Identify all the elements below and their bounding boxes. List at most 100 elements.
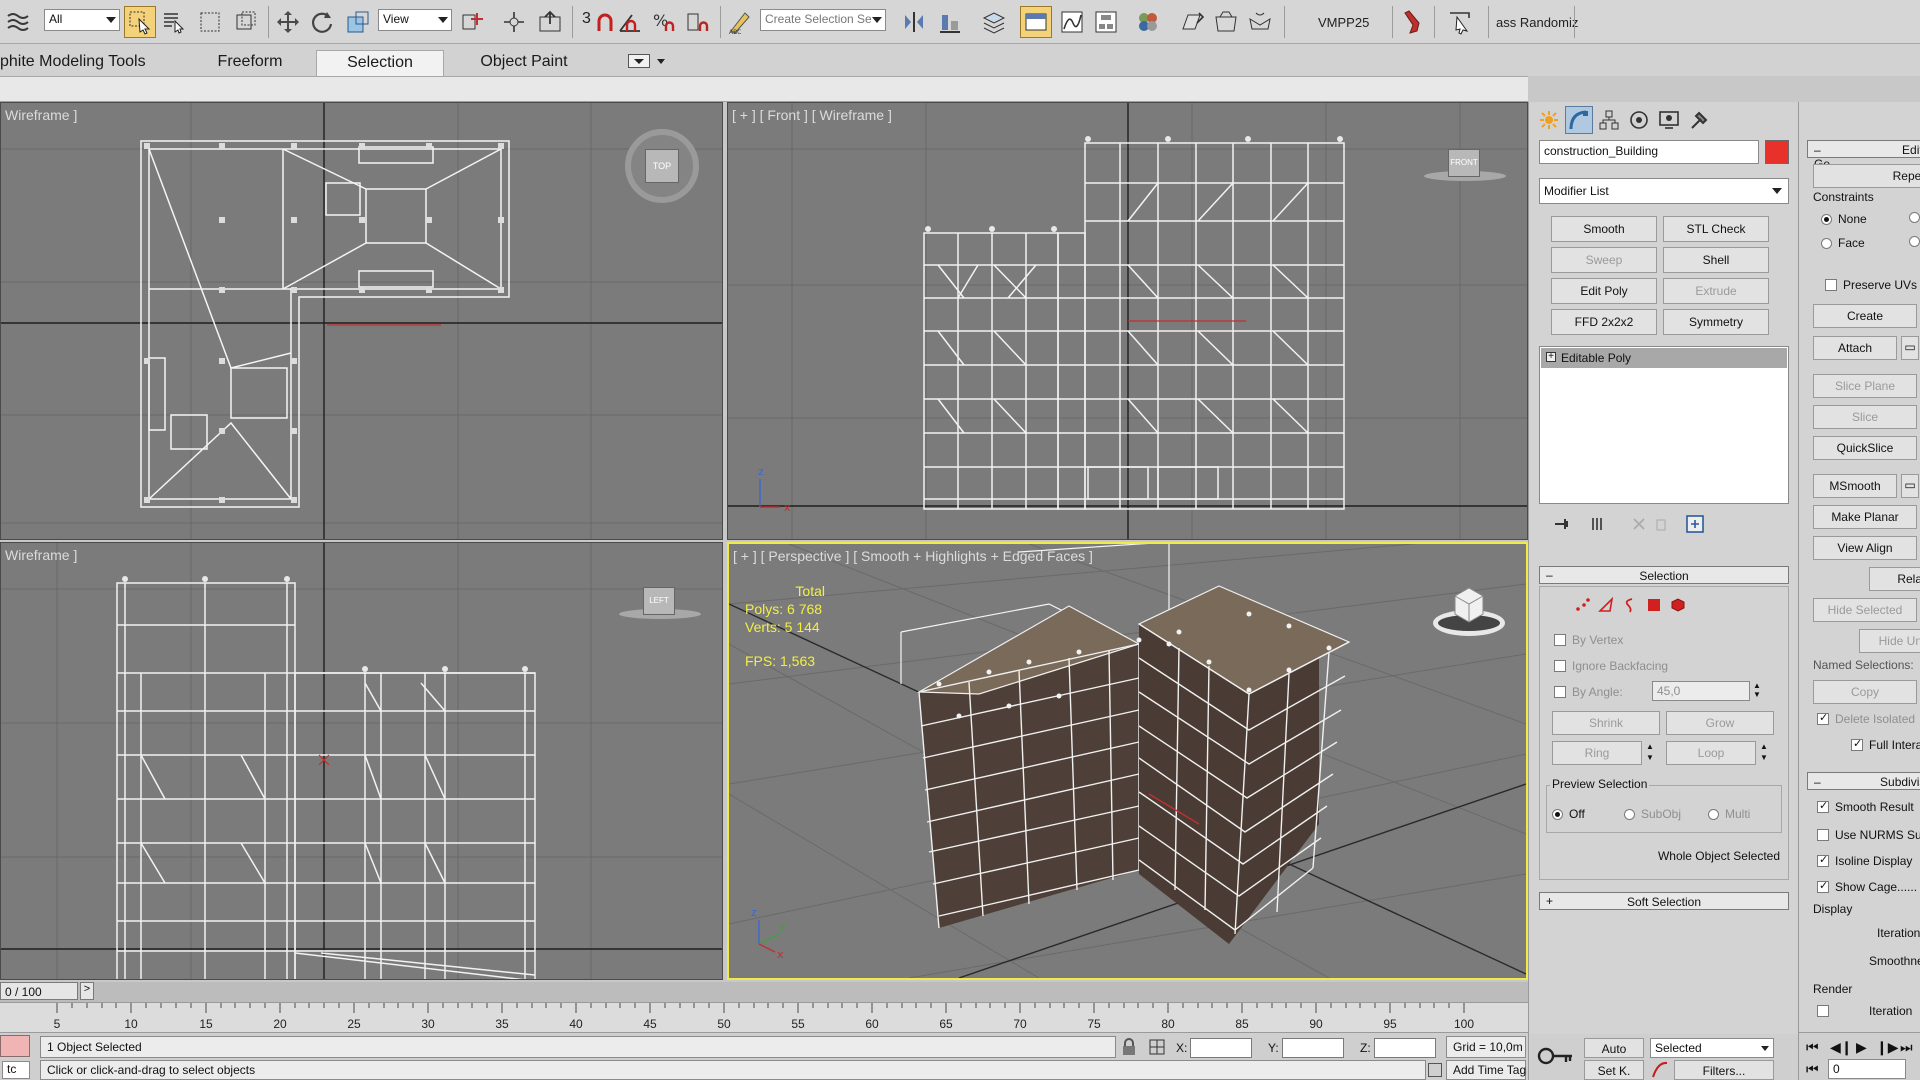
loop-button[interactable]: Loop xyxy=(1666,741,1756,765)
viewcube-front-face[interactable]: FRONT xyxy=(1448,149,1480,177)
by-angle-spinner[interactable]: 45,0 xyxy=(1652,681,1750,701)
border-icon[interactable] xyxy=(1622,597,1638,616)
edge-icon[interactable] xyxy=(1598,596,1614,616)
isoline-display-checkbox[interactable]: Isoline Display xyxy=(1817,853,1912,868)
key-filters-button[interactable]: Filters... xyxy=(1674,1060,1774,1080)
ring-spinner-arrows[interactable]: ▲ ▼ xyxy=(1644,741,1656,765)
delete-isolated-checkbox[interactable]: Delete Isolated xyxy=(1817,711,1915,726)
percent-snap-icon[interactable]: % xyxy=(648,6,680,38)
render-production-icon[interactable] xyxy=(1244,6,1276,38)
key-mode-icon[interactable]: ⏮ xyxy=(1806,1061,1819,1078)
edit-named-selection-icon[interactable]: ABC xyxy=(724,6,756,38)
constraint-none-radio[interactable]: None xyxy=(1821,212,1867,226)
attach-button[interactable]: Attach xyxy=(1813,336,1897,360)
modifier-button-smooth[interactable]: Smooth xyxy=(1551,216,1657,242)
modifier-button-shell[interactable]: Shell xyxy=(1663,247,1769,273)
motion-tab-icon[interactable] xyxy=(1625,106,1653,134)
create-tab-icon[interactable] xyxy=(1535,106,1563,134)
maxscript-listener-icon[interactable] xyxy=(0,1035,30,1057)
cursor-tool-icon[interactable] xyxy=(1444,6,1476,38)
z-coordinate-field[interactable] xyxy=(1374,1038,1436,1058)
attach-settings-icon[interactable]: ▭ xyxy=(1901,336,1919,360)
modifier-button-extrude[interactable]: Extrude xyxy=(1663,278,1769,304)
next-frame-icon[interactable]: ❙▶ xyxy=(1876,1039,1899,1056)
tab-graphite-modeling-tools[interactable]: phite Modeling Tools xyxy=(0,50,168,76)
hide-unselected-button[interactable]: Hide Uns xyxy=(1859,629,1920,653)
menu-icon[interactable] xyxy=(2,6,34,38)
preview-subobj-radio[interactable]: SubObj xyxy=(1624,807,1681,821)
by-angle-checkbox[interactable]: By Angle: xyxy=(1554,685,1623,699)
constraint-face-radio[interactable]: Face xyxy=(1821,236,1865,250)
preserve-uvs-checkbox[interactable]: Preserve UVs xyxy=(1825,278,1917,292)
hide-selected-button[interactable]: Hide Selected xyxy=(1813,598,1917,622)
copy-button[interactable]: Copy xyxy=(1813,680,1917,704)
stack-item-editable-poly[interactable]: + Editable Poly xyxy=(1541,348,1787,368)
viewcube-front[interactable]: FRONT xyxy=(1424,149,1506,183)
edit-geometry-rollout-header[interactable]: – Edit Ge xyxy=(1807,140,1920,171)
set-key-button[interactable]: Set K. xyxy=(1584,1060,1644,1080)
absolute-mode-icon[interactable] xyxy=(1148,1038,1166,1056)
modify-tab-icon[interactable] xyxy=(1565,106,1593,134)
ribbon-options-icon[interactable] xyxy=(628,54,650,68)
scale-icon[interactable] xyxy=(342,6,374,38)
viewport-left[interactable]: Wireframe ] LEFT xyxy=(0,542,723,980)
vertex-icon[interactable] xyxy=(1574,597,1590,616)
ignore-backfacing-checkbox[interactable]: Ignore Backfacing xyxy=(1554,659,1668,673)
set-key-icon[interactable] xyxy=(1536,1042,1576,1073)
spinner-snap-icon[interactable] xyxy=(682,6,714,38)
rect-selection-icon[interactable] xyxy=(194,6,226,38)
selection-lock-icon[interactable] xyxy=(1120,1038,1138,1056)
viewcube-top[interactable]: TOP xyxy=(625,129,699,203)
named-selection-set-dropdown[interactable]: Create Selection Se xyxy=(760,9,886,31)
object-name-field[interactable]: construction_Building xyxy=(1539,140,1759,164)
viewcube-left[interactable]: LEFT xyxy=(619,587,701,621)
modifier-button-stl-check[interactable]: STL Check xyxy=(1663,216,1769,242)
go-to-start-icon[interactable]: ⏮ xyxy=(1806,1039,1819,1056)
make-planar-button[interactable]: Make Planar xyxy=(1813,505,1917,529)
select-manipulate-icon[interactable] xyxy=(498,6,530,38)
time-slider[interactable] xyxy=(0,982,1528,1002)
selection-rollout-header[interactable]: – Selection xyxy=(1539,566,1789,584)
use-nurms-checkbox[interactable]: Use NURMS Sub xyxy=(1817,828,1920,842)
auto-key-button[interactable]: Auto xyxy=(1584,1038,1644,1058)
maxscript-mini-listener[interactable]: tc xyxy=(2,1061,30,1079)
repeat-last-button[interactable]: Repea xyxy=(1813,164,1920,188)
viewcube-left-face[interactable]: LEFT xyxy=(643,587,675,615)
view-align-button[interactable]: View Align xyxy=(1813,536,1917,560)
soft-selection-rollout-header[interactable]: + Soft Selection xyxy=(1539,892,1789,910)
go-to-end-icon[interactable]: ⏭ xyxy=(1900,1039,1913,1056)
preview-off-radio[interactable]: Off xyxy=(1552,807,1585,821)
show-cage-checkbox[interactable]: Show Cage...... xyxy=(1817,879,1917,894)
by-vertex-checkbox[interactable]: By Vertex xyxy=(1554,633,1623,647)
modifier-list-dropdown[interactable]: Modifier List xyxy=(1539,178,1789,204)
make-unique-icon[interactable] xyxy=(1631,516,1647,535)
viewport-perspective[interactable]: z y x [ + ] [ Perspective ] [ Smooth + H… xyxy=(727,542,1528,980)
x-coordinate-field[interactable] xyxy=(1190,1038,1252,1058)
viewport-front[interactable]: z x [ + ] [ Front ] [ Wireframe ] FRONT xyxy=(727,102,1528,540)
randomizer-label[interactable]: ass Randomiz xyxy=(1496,15,1578,30)
key-tangent-icon[interactable] xyxy=(1650,1060,1670,1080)
rendered-frame-window-icon[interactable] xyxy=(1210,6,1242,38)
slice-plane-button[interactable]: Slice Plane xyxy=(1813,374,1917,398)
plugin-label[interactable]: VMPP25 xyxy=(1318,15,1369,30)
key-filter-dropdown[interactable]: Selected xyxy=(1650,1038,1774,1058)
subdivision-rollout-header[interactable]: – Subdivis xyxy=(1807,772,1920,790)
msmooth-button[interactable]: MSmooth xyxy=(1813,474,1897,498)
keyboard-shortcut-icon[interactable] xyxy=(534,6,566,38)
by-angle-spinner-arrows[interactable]: ▲ ▼ xyxy=(1752,681,1762,701)
constraint-normal-radio[interactable] xyxy=(1909,236,1920,247)
create-button[interactable]: Create xyxy=(1813,304,1917,328)
pivot-center-icon[interactable] xyxy=(456,6,488,38)
viewport-label[interactable]: Wireframe ] xyxy=(5,547,77,563)
move-icon[interactable] xyxy=(272,6,304,38)
play-icon[interactable]: ▶ xyxy=(1856,1039,1867,1056)
loop-spinner-arrows[interactable]: ▲ ▼ xyxy=(1758,741,1770,765)
current-frame-field[interactable]: 0 xyxy=(1828,1059,1906,1079)
select-by-name-icon[interactable] xyxy=(158,6,190,38)
curve-editor-icon[interactable] xyxy=(1056,6,1088,38)
modifier-button-symmetry[interactable]: Symmetry xyxy=(1663,309,1769,335)
y-coordinate-field[interactable] xyxy=(1282,1038,1344,1058)
time-slider-frame[interactable]: 0 / 100 xyxy=(0,982,78,1000)
select-object-icon[interactable] xyxy=(124,6,156,38)
toggle-ribbon-icon[interactable] xyxy=(1020,6,1052,38)
